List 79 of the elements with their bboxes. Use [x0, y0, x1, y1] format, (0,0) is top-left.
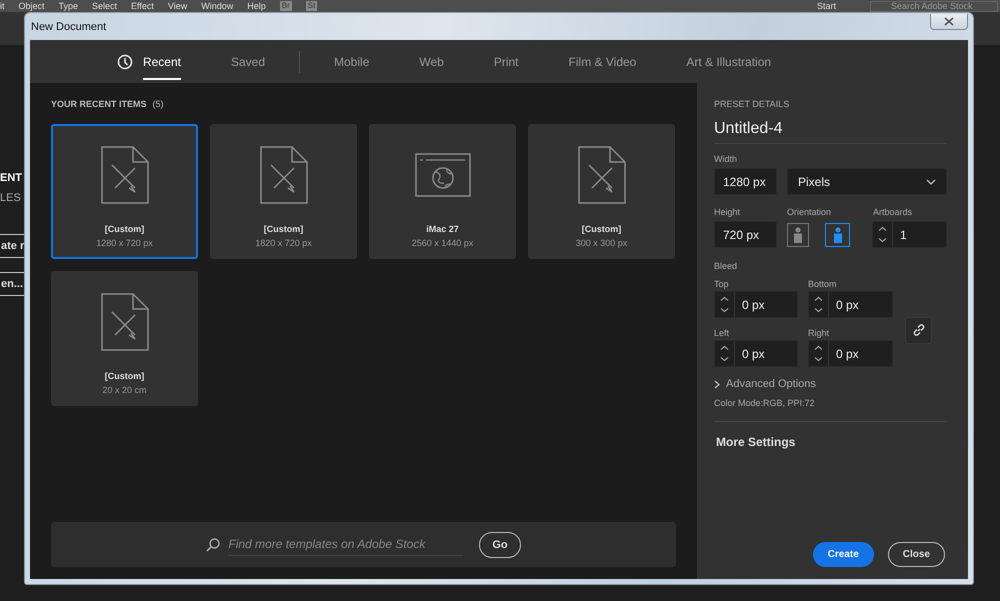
tab[interactable]: Web [419, 43, 444, 80]
more-settings-button[interactable]: More Settings [714, 435, 796, 449]
link-icon [912, 323, 926, 337]
tab[interactable]: Film & Video [568, 43, 636, 80]
side-heading: ENT [0, 172, 22, 184]
width-field[interactable]: 1280 px [714, 168, 777, 195]
preset-size: 300 x 300 px [576, 238, 628, 248]
bleed-field[interactable]: 0 px [714, 340, 798, 367]
app-badge[interactable]: St [306, 1, 318, 11]
search-field[interactable]: Find more templates on Adobe Stock [228, 533, 464, 556]
color-mode-text: Color Mode:RGB, PPI:72 [714, 398, 815, 408]
tab[interactable]: Mobile [334, 43, 370, 80]
preset-size: 2560 x 1440 px [412, 238, 474, 248]
document-icon [100, 146, 148, 204]
create-button[interactable]: Create [812, 542, 874, 567]
tab[interactable]: Art & Illustration [686, 43, 772, 80]
tab[interactable]: Recent [142, 43, 181, 80]
item-count: (5) [152, 99, 164, 109]
portrait-button[interactable] [787, 222, 809, 246]
preset-name: [Custom] [582, 224, 622, 234]
artboards-field[interactable]: 1 [872, 221, 947, 248]
bleed-field[interactable]: 0 px [808, 291, 893, 318]
preset-card[interactable]: [Custom] 20 x 20 cm [51, 271, 198, 406]
preset-card[interactable]: [Custom] 1280 x 720 px [51, 124, 198, 259]
preset-size: 20 x 20 cm [102, 385, 147, 395]
field-label: Width [714, 154, 738, 164]
menu-item[interactable]: it [0, 1, 4, 11]
field-label: Height [714, 207, 742, 217]
bleed-field[interactable]: 0 px [808, 340, 893, 367]
menu-item[interactable]: Help [247, 1, 266, 11]
chevron-down-icon [926, 178, 936, 184]
section-heading: PRESET DETAILS [714, 99, 790, 109]
menu-item[interactable]: Type [58, 1, 78, 11]
landscape-button[interactable] [825, 222, 850, 246]
side-subheading: LES [0, 192, 21, 204]
bleed-field[interactable]: 0 px [714, 291, 798, 318]
field-label: Orientation [787, 207, 832, 217]
field-label: Bottom [808, 279, 838, 289]
tab[interactable]: Print [494, 43, 519, 80]
document-icon [260, 146, 308, 204]
preset-name: [Custom] [264, 224, 304, 234]
clock-icon [116, 54, 133, 70]
menu-item[interactable]: View [168, 1, 188, 11]
preset-card[interactable]: [Custom] 1820 x 720 px [210, 124, 357, 259]
menu-item[interactable]: Window [201, 1, 234, 11]
close-dialog-button[interactable]: Close [888, 542, 945, 567]
menu-item[interactable]: Select [92, 1, 118, 11]
document-icon [100, 293, 148, 351]
tab[interactable]: Saved [230, 43, 266, 80]
preset-name: [Custom] [104, 224, 144, 234]
preset-card[interactable]: iMac 27 2560 x 1440 px [369, 124, 516, 259]
preset-size: 1280 x 720 px [96, 238, 153, 248]
advanced-options-toggle[interactable]: Advanced Options [714, 378, 816, 390]
section-heading: YOUR RECENT ITEMS [51, 99, 147, 109]
menu-item[interactable]: Object [18, 1, 45, 11]
field-label: Artboards [873, 207, 912, 217]
go-button[interactable]: Go [479, 532, 521, 558]
field-label: Bleed [714, 261, 738, 271]
app-badge[interactable]: Br [280, 1, 292, 11]
document-icon [578, 146, 626, 204]
menu-item[interactable]: Effect [131, 1, 154, 11]
person-icon [832, 226, 844, 242]
link-button[interactable] [905, 316, 932, 344]
close-button[interactable] [930, 14, 968, 30]
field-label: Right [808, 328, 830, 338]
workspace-switcher[interactable]: Start [816, 1, 836, 11]
preset-size: 1820 x 720 px [255, 238, 312, 248]
preset-name: [Custom] [104, 371, 144, 381]
person-icon [792, 226, 804, 242]
field-label: Top [714, 279, 730, 289]
units-dropdown[interactable]: Pixels [787, 168, 947, 195]
window-title: New Document [30, 20, 106, 32]
height-field[interactable]: 720 px [714, 221, 777, 248]
search-icon [206, 538, 220, 552]
field-label: Left [714, 328, 730, 338]
preset-name: iMac 27 [426, 224, 459, 234]
preset-card[interactable]: [Custom] 300 x 300 px [528, 124, 675, 259]
document-name-field[interactable]: Untitled-4 [714, 118, 947, 144]
close-icon [944, 16, 954, 26]
